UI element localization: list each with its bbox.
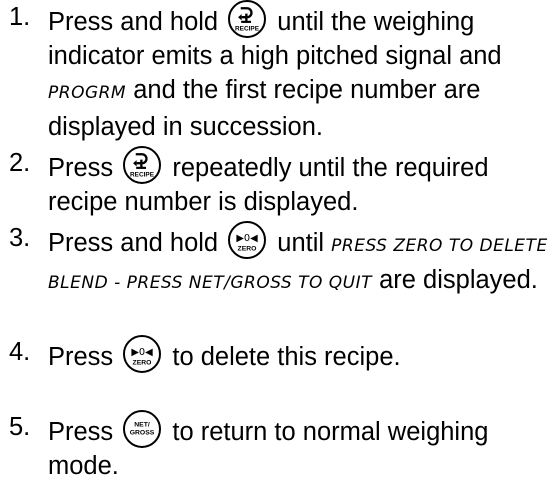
step-text: Press — [48, 154, 114, 182]
step-text: Press — [48, 418, 114, 446]
step-number: 3. — [9, 224, 31, 252]
key-label: ZERO — [238, 246, 257, 253]
recipe-key-icon: RECIPE — [228, 0, 267, 38]
step-number: 4. — [9, 338, 31, 366]
step-text: to delete this recipe. — [172, 343, 401, 371]
key-symbol: ▶0◀ — [237, 233, 259, 244]
step-text: Press — [48, 343, 114, 371]
step-4: 4. Press ▶0◀ ZERO to delete this recipe. — [0, 335, 556, 374]
zero-key-icon: ▶0◀ ZERO — [123, 335, 162, 373]
step-text: repeatedly until the required recipe num… — [48, 154, 489, 216]
step-number: 5. — [9, 413, 31, 441]
step-3: 3. Press and hold ▶0◀ ZERO until PRESS Z… — [0, 221, 556, 300]
step-text: to return to normal weighing mode. — [48, 418, 489, 480]
key-label-top: NET/ — [135, 421, 151, 428]
display-text: PROGRM — [48, 83, 127, 103]
step-number: 1. — [9, 3, 31, 31]
key-label: ZERO — [133, 360, 152, 367]
step-text: are displayed. — [379, 266, 538, 294]
key-symbol: ▶0◀ — [132, 347, 154, 358]
step-number: 2. — [9, 149, 31, 177]
zero-key-icon: ▶0◀ ZERO — [228, 221, 267, 259]
step-text: Press and hold — [48, 229, 219, 257]
recipe-key-icon: RECIPE — [123, 146, 162, 184]
step-2: 2. Press RECIPE repeatedly until the req… — [0, 146, 556, 219]
key-label-bottom: GROSS — [130, 429, 155, 436]
step-text: until — [277, 229, 325, 257]
step-1: 1. Press and hold RECIPE until the weigh… — [0, 0, 556, 144]
net-gross-key-icon: NET/ GROSS — [123, 410, 162, 448]
step-5: 5. Press NET/ GROSS to return to normal … — [0, 410, 556, 483]
key-label: RECIPE — [130, 172, 155, 179]
key-label: RECIPE — [235, 26, 260, 33]
step-text: Press and hold — [48, 8, 219, 36]
